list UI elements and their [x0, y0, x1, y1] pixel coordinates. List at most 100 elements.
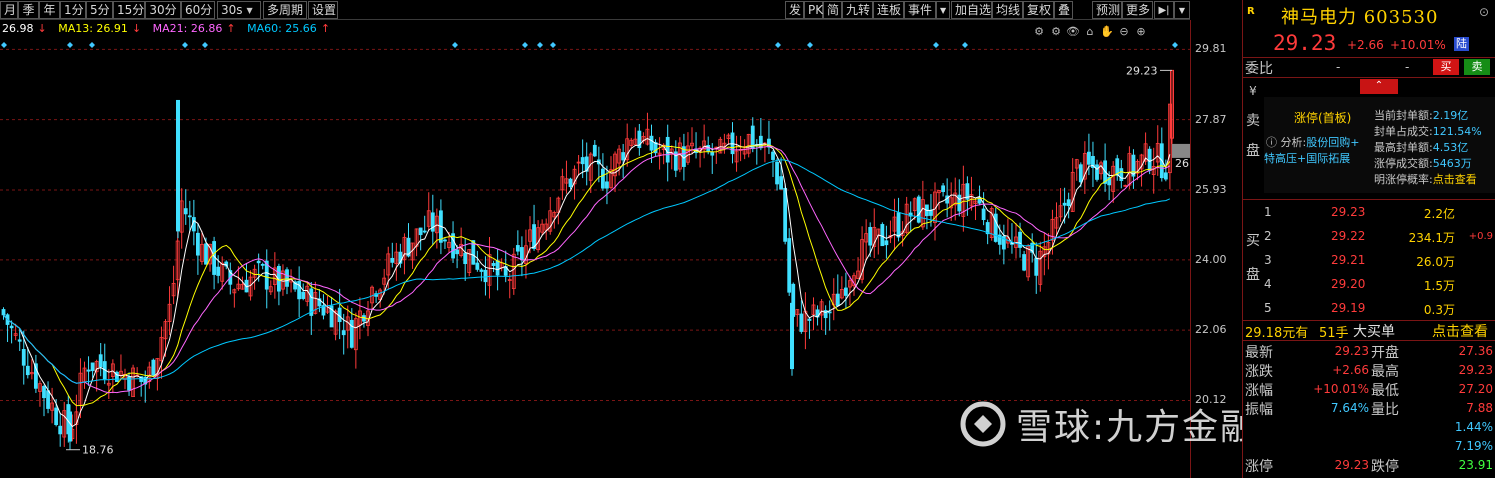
event-marker-icon[interactable] [807, 42, 813, 48]
bid-price[interactable]: 29.23 [1331, 205, 1365, 219]
divider [1243, 199, 1495, 200]
gear-icon[interactable]: ⚙ [1032, 25, 1046, 38]
tool2-0-button[interactable]: 加自选 [951, 1, 992, 19]
store-icon[interactable]: ⌂ [1083, 25, 1097, 38]
tool-0-button[interactable]: 发 [785, 1, 804, 19]
quote-label: 涨停 [1245, 459, 1273, 475]
expand-orderbook-button[interactable]: ⌃ [1360, 79, 1398, 94]
multi-period-button[interactable]: 多周期 [263, 1, 307, 19]
event-marker-icon[interactable] [775, 42, 781, 48]
event-marker-icon[interactable] [962, 42, 968, 48]
buy-button[interactable]: 买 [1433, 59, 1459, 75]
price-axis-label: 27.87 [1195, 112, 1227, 126]
quote-value: +10.01% [1313, 382, 1369, 396]
candle-body [422, 230, 427, 233]
candle-body [1119, 168, 1124, 182]
xueqiu-logo-icon [960, 401, 1006, 447]
bid-price[interactable]: 29.22 [1331, 229, 1365, 243]
event-marker-icon[interactable] [1172, 42, 1178, 48]
bid-level: 4 [1264, 277, 1272, 291]
tool2-1-button[interactable]: 均线 [992, 1, 1023, 19]
price-change-pct: +10.01% [1390, 38, 1446, 52]
candle-body [463, 252, 468, 265]
candle-body [1022, 254, 1026, 271]
period-6-button[interactable]: 30分 [145, 1, 181, 19]
event-marker-icon[interactable] [202, 42, 208, 48]
candle-body [98, 354, 103, 368]
bid-volume: 0.3万 [1423, 303, 1455, 317]
event-marker-icon[interactable] [933, 42, 939, 48]
analysis-row[interactable]: ⓘ 分析:股份回购+ [1266, 134, 1359, 150]
event-marker-icon[interactable] [89, 42, 95, 48]
quote-label: 最高 [1371, 364, 1399, 380]
settings-button[interactable]: 设置 [308, 1, 338, 19]
period-1-button[interactable]: 季 [18, 1, 39, 19]
event-marker-icon[interactable] [537, 42, 543, 48]
event-marker-icon[interactable] [182, 42, 188, 48]
limit-probability[interactable]: 明涨停概率:点击查看 [1374, 171, 1477, 187]
analysis-row-2[interactable]: 特高压+国际拓展 [1264, 150, 1350, 166]
period-4-button[interactable]: 5分 [86, 1, 113, 19]
candle-body [799, 313, 804, 332]
eye-icon[interactable]: 👁 [1066, 25, 1080, 38]
period-5-button[interactable]: 15分 [113, 1, 145, 19]
limit-turnover: 涨停成交额:5463万 [1374, 157, 1472, 170]
cursor-label: 26 [1175, 157, 1189, 170]
minus-icon[interactable]: ⊖ [1117, 25, 1131, 38]
big-order-row: 29.18元有 51手 大买单 点击查看 [1243, 321, 1495, 341]
period-7-button[interactable]: 60分 [181, 1, 215, 19]
tool-2-button[interactable]: 简 [823, 1, 842, 19]
tool-1-button[interactable]: PK [804, 1, 823, 19]
price-axis-label: 22.06 [1195, 323, 1227, 337]
bid-price[interactable]: 29.19 [1331, 301, 1365, 315]
candle-body [176, 99, 180, 232]
plus-icon[interactable]: ⊕ [1134, 25, 1148, 38]
bid-price[interactable]: 29.20 [1331, 277, 1365, 291]
bid-level: 1 [1264, 205, 1272, 219]
event-marker-icon[interactable] [67, 42, 73, 48]
candle-body [58, 425, 63, 435]
event-marker-icon[interactable] [550, 42, 556, 48]
event-marker-icon[interactable] [452, 42, 458, 48]
candle-body [929, 209, 933, 216]
tool-4-button[interactable]: 连板 [873, 1, 904, 19]
candle-body [285, 269, 289, 287]
limit-title: 涨停(首板) [1294, 111, 1352, 125]
sell-side-char: 盘 [1246, 143, 1260, 159]
price-change: +2.66 [1347, 38, 1384, 52]
event-marker-icon[interactable] [522, 42, 528, 48]
candle-body [151, 359, 156, 376]
bid-volume: 26.0万 [1416, 255, 1455, 269]
quote-label: 开盘 [1371, 345, 1399, 361]
period-2-button[interactable]: 年 [39, 1, 60, 19]
candle-body [479, 269, 484, 272]
hand-icon[interactable]: ✋ [1100, 25, 1114, 38]
settings-icon[interactable]: ⚙ [1049, 25, 1063, 38]
tool2-3-button[interactable]: 叠 [1054, 1, 1073, 19]
collapse-icon[interactable]: ⊙ [1479, 5, 1489, 19]
candle-body [451, 233, 455, 259]
period-3-button[interactable]: 1分 [60, 1, 86, 19]
interval-select[interactable]: 30s ▼ [217, 1, 261, 19]
tool2-4-button[interactable]: 预测 [1092, 1, 1122, 19]
period-0-button[interactable]: 月 [0, 1, 18, 19]
more-dropdown-icon[interactable]: ▼ [1174, 1, 1190, 19]
quote-value: 1.44% [1454, 420, 1493, 434]
tool2-2-button[interactable]: 复权 [1023, 1, 1054, 19]
cursor-price-box [1172, 143, 1190, 158]
big-order-label: 大买单 [1353, 324, 1395, 340]
bid-price[interactable]: 29.21 [1331, 253, 1365, 267]
tool-3-button[interactable]: 九转 [842, 1, 873, 19]
skip-end-icon[interactable]: ▶| [1154, 1, 1174, 19]
market-tag: 陆 [1454, 37, 1469, 51]
tool2-5-button[interactable]: 更多 [1122, 1, 1153, 19]
candle-body [9, 325, 14, 329]
tool-5-button[interactable]: 事件 [904, 1, 936, 19]
big-order-link[interactable]: 点击查看 [1432, 321, 1488, 341]
sell-button[interactable]: 卖 [1464, 59, 1490, 75]
candle-body [787, 238, 792, 293]
event-marker-icon[interactable] [1, 42, 7, 48]
limit-up-box: 涨停(首板) ⓘ 分析:股份回购+ 特高压+国际拓展 当前封单额:2.19亿 封… [1264, 97, 1495, 193]
event-dropdown-icon[interactable]: ▼ [936, 1, 950, 19]
candle-body [649, 135, 654, 151]
